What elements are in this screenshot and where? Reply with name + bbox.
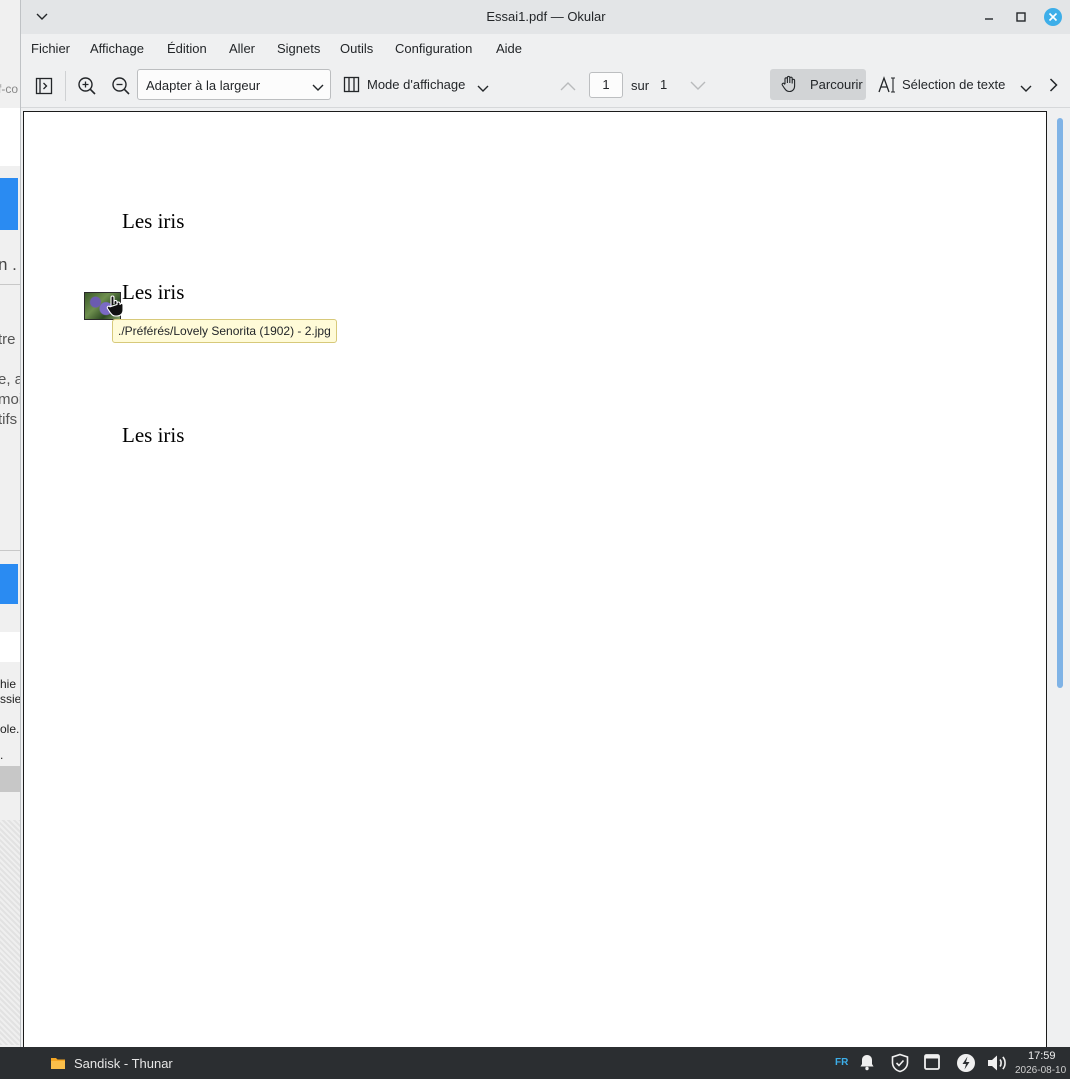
keyboard-layout-indicator[interactable]: FR	[835, 1057, 848, 1068]
link-tooltip: ./Préférés/Lovely Senorita (1902) - 2.jp…	[112, 319, 337, 343]
taskbar: Sandisk - Thunar FR 17:59 2026-08-10	[0, 1047, 1070, 1079]
taskbar-item-thunar[interactable]: Sandisk - Thunar	[48, 1047, 188, 1079]
toggle-sidebar-icon[interactable]	[34, 76, 54, 96]
clock-date[interactable]: 2026-08-10	[1015, 1065, 1066, 1076]
bg-divider	[0, 284, 20, 285]
notification-bell-icon[interactable]	[859, 1053, 875, 1071]
okular-window: Essai1.pdf — Okular Fichier Affichage Éd…	[20, 0, 1070, 1051]
bg-blue-bar	[0, 564, 18, 604]
view-mode-icon	[343, 76, 360, 96]
menu-edition[interactable]: Édition	[167, 41, 207, 56]
menu-configuration[interactable]: Configuration	[395, 41, 472, 56]
bg-statusbar	[0, 766, 20, 792]
toolbar-separator	[65, 71, 66, 101]
menu-signets[interactable]: Signets	[277, 41, 320, 56]
window-switcher-icon[interactable]	[923, 1053, 941, 1071]
bg-fragment: .	[0, 748, 4, 762]
bg-fragment: f-co	[0, 82, 19, 96]
bg-fragment: ssie	[0, 692, 22, 706]
text-selection-button[interactable]: Sélection de texte	[877, 69, 1037, 100]
vertical-scrollbar[interactable]	[1054, 111, 1066, 1047]
maximize-button[interactable]	[1011, 7, 1031, 27]
hand-icon	[780, 75, 798, 96]
shield-icon[interactable]	[890, 1053, 910, 1073]
menu-outils[interactable]: Outils	[340, 41, 373, 56]
previous-page-icon[interactable]	[559, 77, 577, 95]
chevron-down-icon	[477, 81, 489, 96]
chevron-down-icon	[312, 80, 324, 95]
pdf-page[interactable]: Les iris Les iris Les iris ./Préférés/Lo…	[23, 111, 1047, 1051]
text-selection-label: Sélection de texte	[902, 77, 1006, 92]
power-management-icon[interactable]	[956, 1053, 976, 1073]
page-total: 1	[660, 77, 668, 92]
pdf-text-line: Les iris	[122, 280, 185, 304]
menu-bar: Fichier Affichage Édition Aller Signets …	[21, 34, 1070, 63]
scrollbar-thumb[interactable]	[1057, 118, 1063, 688]
clock-time[interactable]: 17:59	[1028, 1050, 1056, 1062]
bg-blue-bar	[0, 178, 18, 230]
page-number-input[interactable]: 1	[589, 72, 623, 98]
next-page-icon[interactable]	[689, 77, 707, 95]
bg-fragment: tre	[0, 331, 16, 348]
pdf-text-line: Les iris	[122, 209, 185, 233]
page-of-label: sur	[631, 78, 650, 93]
bg-fragment: n .	[0, 255, 17, 274]
bg-desktop	[0, 820, 20, 1045]
zoom-select-value: Adapter à la largeur	[146, 78, 261, 93]
menu-fichier[interactable]: Fichier	[31, 41, 70, 56]
volume-icon[interactable]	[986, 1053, 1008, 1073]
bg-fragment: e, a	[0, 371, 22, 388]
document-view[interactable]: Les iris Les iris Les iris ./Préférés/Lo…	[21, 108, 1070, 1051]
title-bar[interactable]: Essai1.pdf — Okular	[21, 0, 1070, 34]
chevron-down-icon	[1020, 81, 1032, 96]
folder-icon	[50, 1056, 66, 1073]
zoom-in-icon[interactable]	[76, 75, 98, 97]
text-cursor-icon	[878, 76, 898, 97]
bg-panel	[0, 108, 20, 166]
minimize-button[interactable]	[979, 7, 999, 27]
taskbar-item-label: Sandisk - Thunar	[74, 1056, 173, 1071]
window-title: Essai1.pdf — Okular	[486, 9, 606, 24]
zoom-select[interactable]: Adapter à la largeur	[137, 69, 331, 100]
bg-fragment: tifs	[0, 411, 18, 428]
browse-tool-label: Parcourir	[810, 77, 863, 92]
browse-tool-button[interactable]: Parcourir	[770, 69, 866, 100]
pdf-text-line: Les iris	[122, 423, 185, 447]
main-toolbar: Adapter à la largeur Mode d'affichage 1 …	[21, 63, 1070, 108]
background-window: f-co n . tre e, a moi tifs hie ssie ole.…	[0, 0, 22, 1047]
menu-affichage[interactable]: Affichage	[90, 41, 144, 56]
bg-toolbar	[0, 632, 20, 662]
toolbar-overflow-icon[interactable]	[1046, 76, 1060, 94]
close-button[interactable]	[1043, 7, 1063, 27]
bg-fragment: moi	[0, 391, 22, 408]
bg-fragment: ole.	[0, 722, 20, 736]
zoom-out-icon[interactable]	[110, 75, 132, 97]
hand-pointer-cursor-icon	[106, 295, 124, 320]
view-mode-button[interactable]: Mode d'affichage	[343, 69, 493, 100]
bg-divider	[0, 550, 20, 551]
bg-fragment: hie	[0, 677, 17, 691]
menu-aller[interactable]: Aller	[229, 41, 255, 56]
menu-aide[interactable]: Aide	[496, 41, 522, 56]
view-mode-label: Mode d'affichage	[367, 77, 466, 92]
